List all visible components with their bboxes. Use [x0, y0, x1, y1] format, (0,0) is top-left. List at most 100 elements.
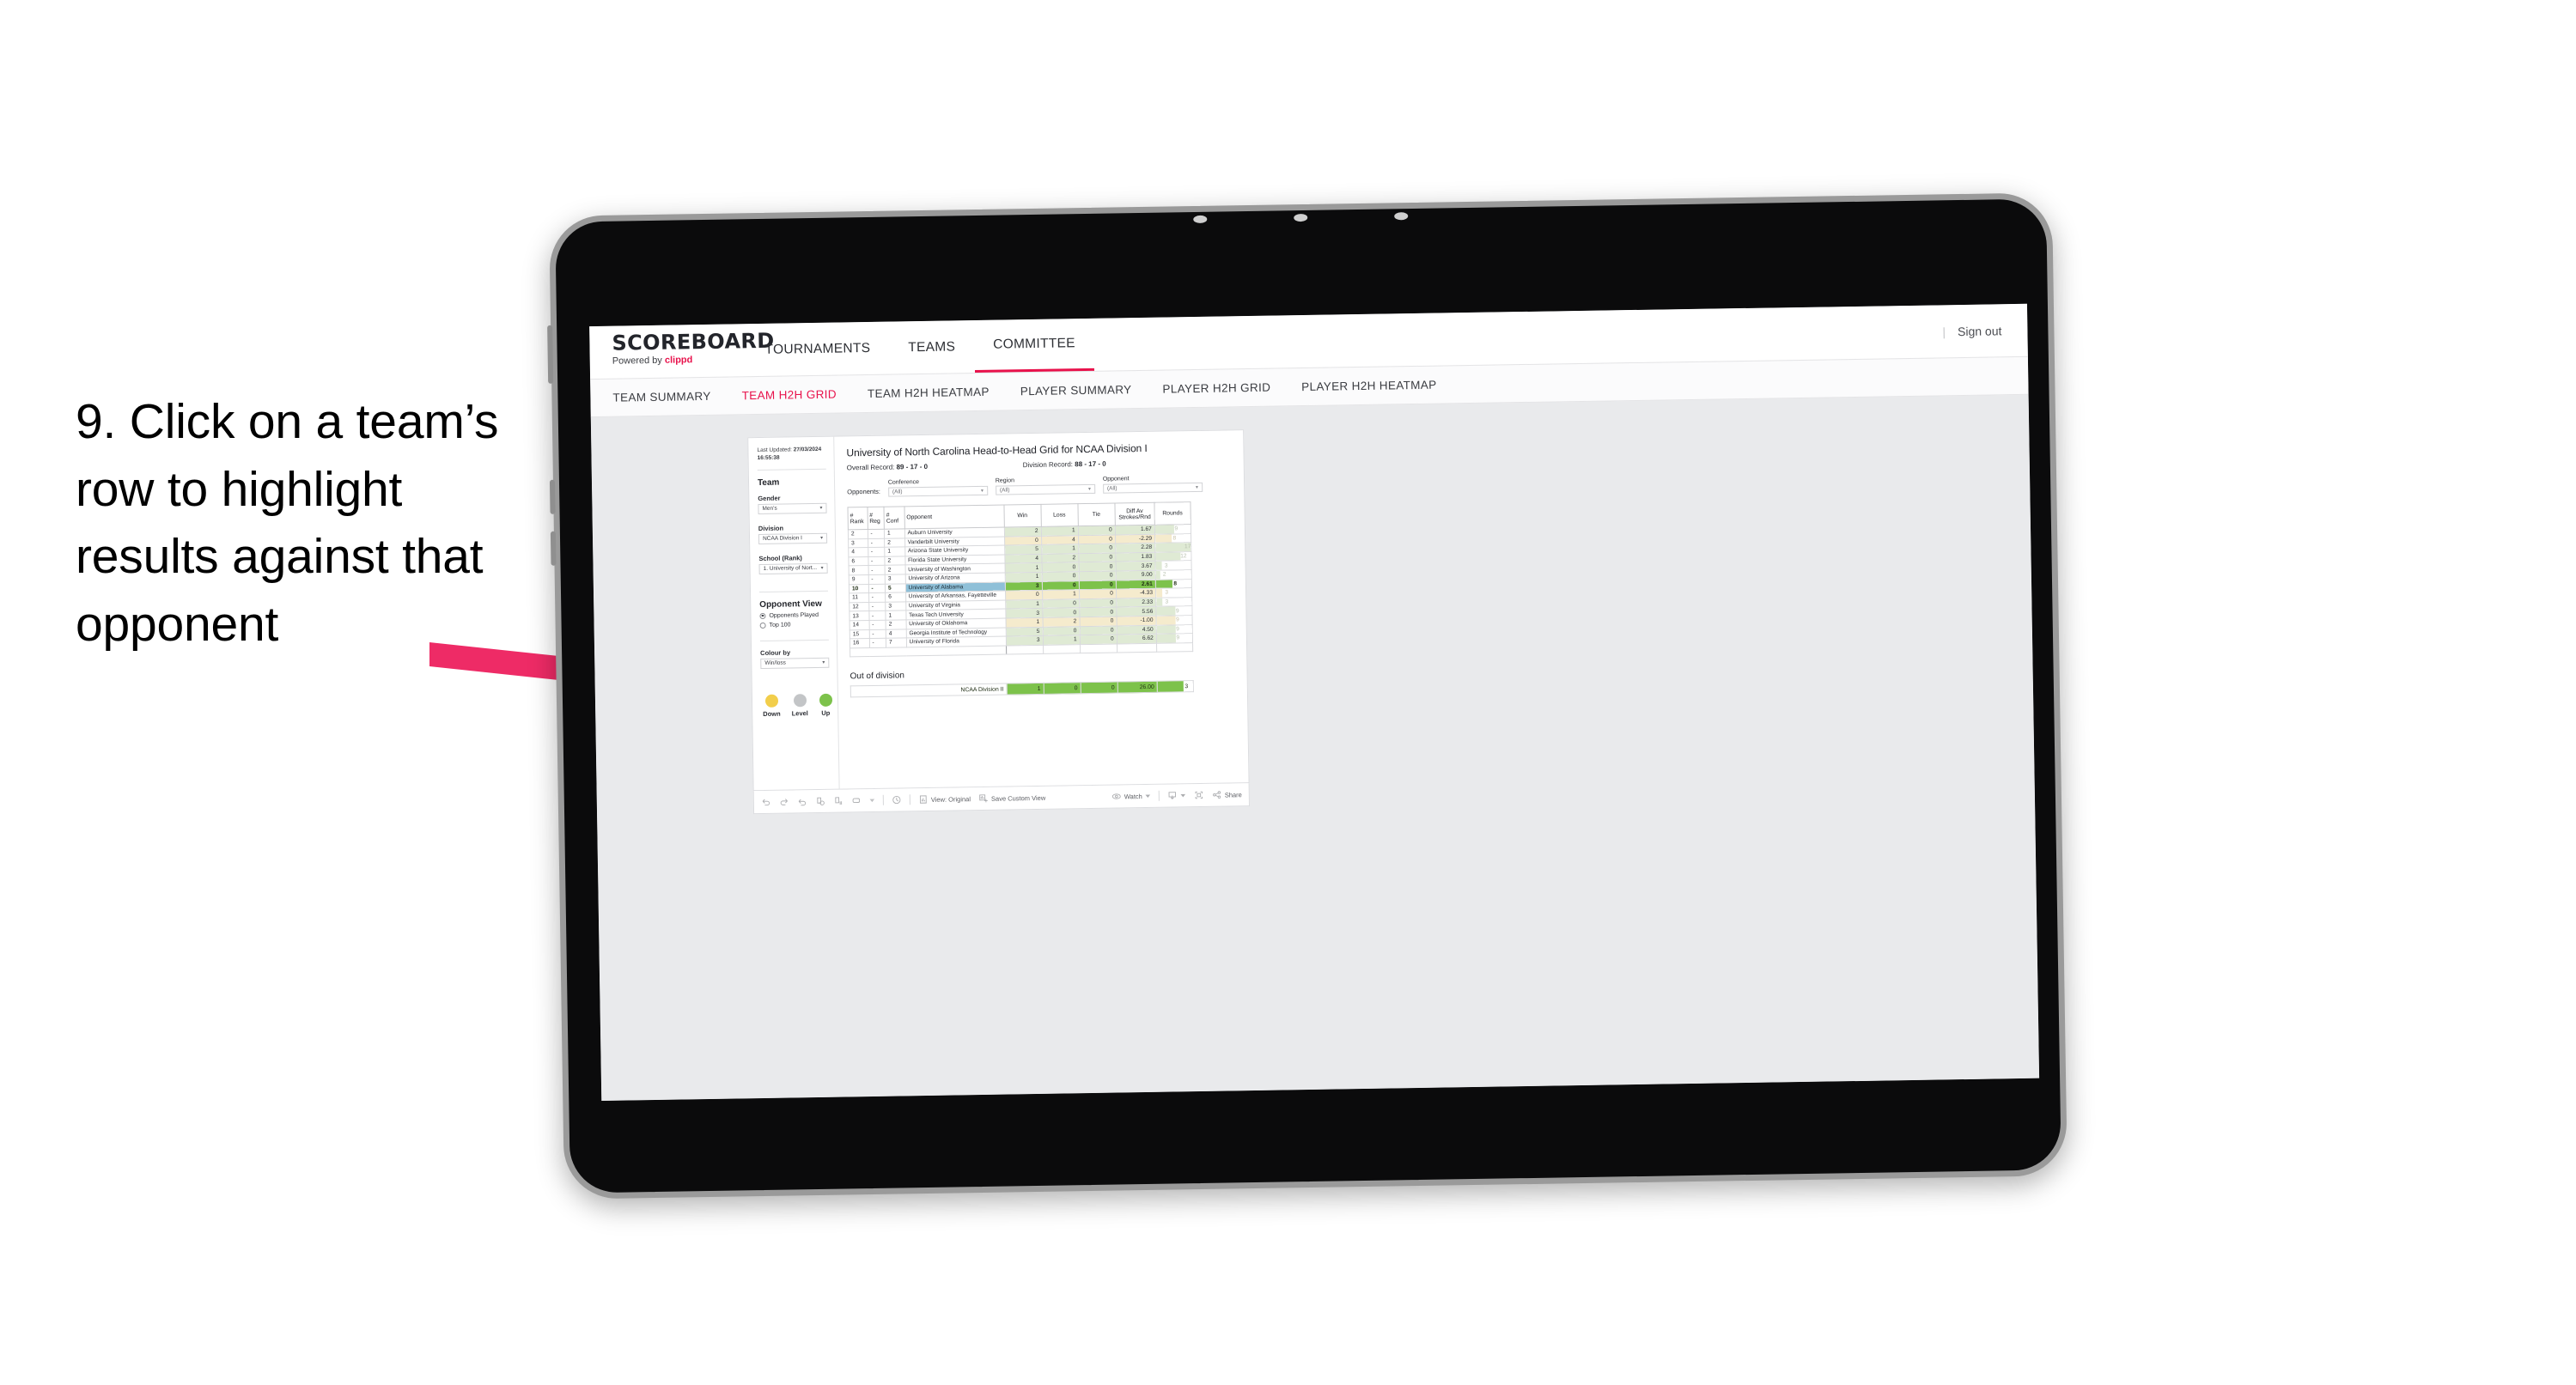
undo-icon[interactable]: [761, 797, 771, 807]
filter-region-select[interactable]: (All) ▼: [995, 483, 1096, 495]
filter-conference-select[interactable]: (All) ▼: [887, 485, 989, 497]
cell-loss: 2: [1041, 553, 1079, 563]
od-rounds-bar: [1157, 681, 1184, 693]
fullscreen-icon[interactable]: [1194, 790, 1204, 800]
cell-conf: 2: [884, 538, 905, 548]
cell-tie: 0: [1078, 544, 1116, 554]
redo-icon[interactable]: [779, 797, 789, 807]
legend-level: Level: [791, 693, 808, 717]
cell-rank: 11: [849, 592, 869, 603]
pause-auto-update-icon[interactable]: [833, 796, 843, 806]
subnav-team-summary[interactable]: TEAM SUMMARY: [612, 390, 710, 404]
od-tie: 0: [1080, 682, 1118, 694]
filter-opponent-select[interactable]: (All) ▼: [1102, 482, 1203, 494]
cell-loss: 1: [1042, 635, 1081, 646]
volume-down-button[interactable]: [550, 531, 557, 566]
rounds-bar: [1156, 616, 1176, 625]
chevron-down-icon: ▼: [819, 535, 825, 541]
subnav-player-summary[interactable]: PLAYER SUMMARY: [1020, 383, 1132, 398]
team-heading: Team: [757, 477, 780, 488]
division-record: Division Record: 88 - 17 - 0: [1023, 460, 1106, 470]
download-button[interactable]: [1167, 790, 1186, 800]
refresh-icon[interactable]: [815, 796, 825, 806]
cell-rounds: 3: [1155, 597, 1192, 607]
view-original-button[interactable]: View: Original: [918, 793, 971, 805]
viz-main-pane: University of North Carolina Head-to-Hea…: [834, 430, 1248, 788]
sign-out-link[interactable]: Sign out: [1958, 324, 2002, 338]
cell-rank: 2: [848, 529, 868, 539]
cell-loss: 0: [1041, 571, 1080, 581]
brand-logo[interactable]: SCOREBOARD Powered by clippd: [589, 324, 775, 379]
cell-win: 1: [1004, 562, 1042, 574]
cell-win: 4: [1004, 554, 1042, 564]
cell-diff: 9.00: [1115, 570, 1156, 580]
radio-top-100[interactable]: Top 100: [759, 621, 829, 629]
cell-tie: 0: [1079, 598, 1117, 609]
colour-by-label: Colour by: [760, 647, 791, 657]
nav-tab-committee[interactable]: COMMITTEE: [973, 318, 1095, 374]
chevron-down-icon[interactable]: [869, 795, 875, 805]
legend-label-level: Level: [791, 708, 808, 717]
cell-win: 1: [1005, 599, 1043, 610]
nav-tab-tournaments[interactable]: TOURNAMENTS: [746, 322, 890, 377]
subnav-player-h2h-grid[interactable]: PLAYER H2H GRID: [1162, 381, 1270, 396]
cell-conf: 6: [885, 592, 906, 602]
volume-button[interactable]: [547, 325, 554, 384]
rounds-value: 3: [1165, 598, 1169, 605]
cell-loss: 0: [1042, 608, 1080, 618]
cell-rounds: 9: [1156, 633, 1193, 643]
out-of-division-row[interactable]: NCAA Division II 1 0 0 26.00 3: [850, 680, 1194, 698]
cell-rounds: 3: [1155, 587, 1192, 598]
save-custom-view-button[interactable]: Save Custom View: [978, 793, 1045, 804]
h2h-grid-table: # Rank # Reg # Conf Opponent Win Loss Ti…: [847, 501, 1193, 658]
col-opponent: Opponent: [904, 505, 1004, 529]
cell-rank: 13: [849, 610, 869, 621]
subnav-player-h2h-heatmap[interactable]: PLAYER H2H HEATMAP: [1301, 379, 1437, 393]
col-rounds: Rounds: [1154, 501, 1191, 525]
legend-swatch-up: [819, 693, 832, 707]
cell-win: 2: [1003, 526, 1042, 537]
col-tie: Tie: [1077, 503, 1116, 526]
volume-up-button[interactable]: [549, 479, 556, 514]
cell-tie: 0: [1079, 625, 1117, 635]
cell-loss: 1: [1041, 544, 1079, 555]
colour-by-select[interactable]: Win/loss ▼: [760, 657, 830, 669]
subnav-team-h2h-heatmap[interactable]: TEAM H2H HEATMAP: [868, 386, 990, 400]
rounds-value: 3: [1165, 589, 1169, 597]
chevron-down-icon: [1180, 790, 1186, 800]
share-label: Share: [1224, 790, 1242, 799]
pause-icon[interactable]: [892, 794, 902, 805]
radio-opponents-played[interactable]: Opponents Played: [759, 611, 828, 619]
cell-rounds: 3: [1154, 560, 1192, 571]
table-body: 2-1 Auburn University 2 1 0 1.67 9 3-2 Vanderbil…: [848, 524, 1193, 648]
cell-loss: 2: [1042, 617, 1080, 627]
watch-button[interactable]: Watch: [1111, 791, 1151, 802]
division-select[interactable]: NCAA Division I ▼: [758, 532, 828, 544]
subnav-team-h2h-grid[interactable]: TEAM H2H GRID: [742, 388, 837, 403]
cell-rank: 8: [849, 565, 868, 575]
nav-tab-teams[interactable]: TEAMS: [889, 320, 975, 374]
filter-region-label: Region: [995, 477, 1015, 484]
school-label: School (Rank): [758, 553, 802, 562]
chevron-down-icon: ▼: [1194, 484, 1199, 490]
cell-diff: -1.00: [1116, 616, 1157, 626]
rounds-bar: [1155, 552, 1181, 562]
school-select[interactable]: 1. University of Nort... ▼: [758, 562, 828, 574]
divider: [759, 639, 829, 641]
cell-conf: 1: [884, 547, 905, 557]
cell-rank: 12: [849, 602, 869, 612]
navbar-right: | Sign out: [1942, 304, 2028, 358]
gender-select[interactable]: Men’s ▼: [758, 502, 827, 514]
footer-blank-rounds: [1156, 642, 1193, 653]
legend-label-down: Down: [763, 709, 781, 718]
cell-loss: 4: [1041, 535, 1079, 545]
cell-loss: 1: [1042, 589, 1080, 600]
share-button[interactable]: Share: [1212, 789, 1242, 800]
cell-conf: 2: [885, 565, 905, 575]
cell-diff: -4.33: [1116, 588, 1156, 598]
device-layout-icon[interactable]: [851, 795, 862, 805]
revert-icon[interactable]: [797, 796, 807, 806]
filter-conference-label: Conference: [887, 479, 920, 486]
footer-blank-left: [850, 645, 1007, 658]
rounds-bar: [1154, 534, 1172, 543]
